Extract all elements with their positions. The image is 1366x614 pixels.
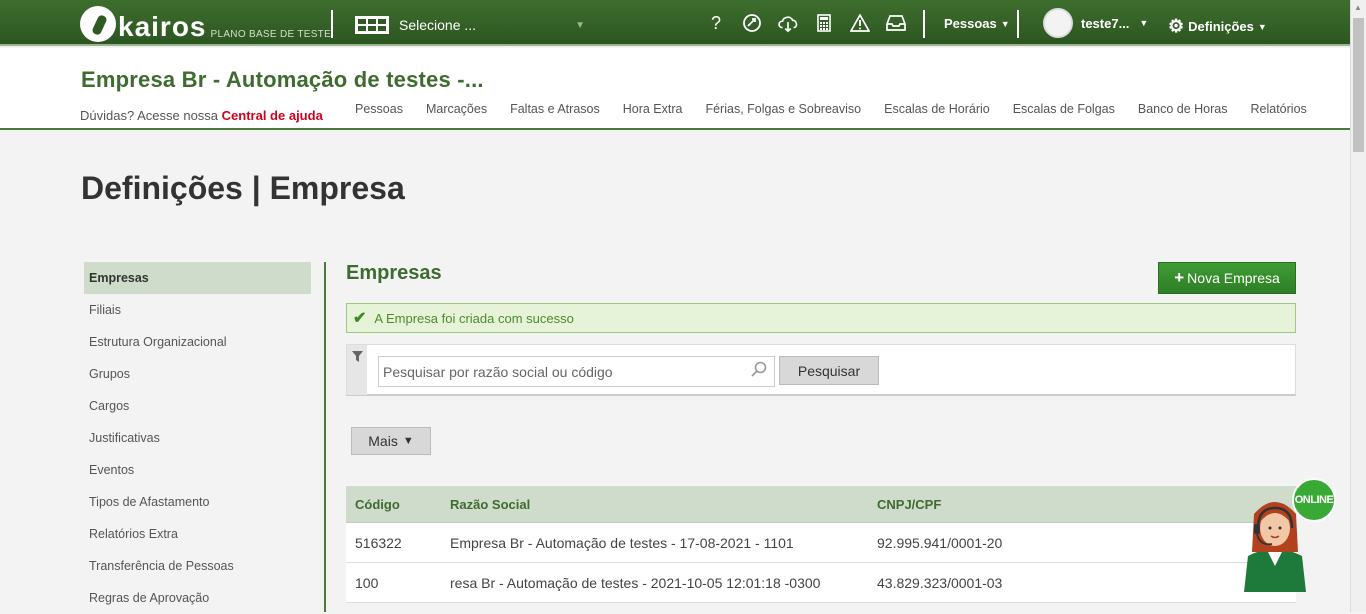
nav-item-escalas-de-horario[interactable]: Escalas de Horário [884,102,990,116]
success-alert: ✔ A Empresa foi criada com sucesso [346,303,1296,333]
search-input[interactable] [378,356,775,387]
toolbar-icons: ? [705,12,907,34]
nav-item-ferias-folgas-sobreaviso[interactable]: Férias, Folgas e Sobreaviso [705,102,861,116]
chevron-down-icon: ▼ [1257,21,1267,32]
sidebar-item-grupos[interactable]: Grupos [84,358,311,390]
gear-icon: ⚙ [1168,16,1185,36]
scrollbar-thumb[interactable] [1353,18,1364,152]
settings-menu[interactable]: ⚙ Definições ▼ [1168,16,1267,37]
companies-table: Código Razão Social CNPJ/CPF 516322 Empr… [346,486,1296,603]
company-select-value: Selecione ... [399,17,477,33]
user-menu[interactable]: teste7... ▼ [1043,8,1148,38]
nav-item-pessoas[interactable]: Pessoas [355,102,403,116]
company-select[interactable]: Selecione ... ▼ [355,14,585,36]
nav-item-faltas-e-atrasos[interactable]: Faltas e Atrasos [510,102,600,116]
sidebar-item-empresas[interactable]: Empresas [84,262,311,294]
cell-cnpj-cpf: 92.995.941/0001-20 [877,534,1003,551]
sidebar-item-justificativas[interactable]: Justificativas [84,422,311,454]
filter-icon [351,351,363,362]
divider [1017,10,1019,38]
table-row[interactable]: 100 resa Br - Automação de testes - 2021… [346,563,1296,603]
success-message: A Empresa foi criada com sucesso [374,310,574,326]
column-header-codigo[interactable]: Código [346,497,441,512]
settings-menu-label: Definições [1188,19,1254,34]
column-header-razao-social[interactable]: Razão Social [441,497,867,512]
chevron-down-icon: ▼ [1000,18,1010,29]
plan-label: PLANO BASE DE TESTE [210,29,332,40]
new-company-button[interactable]: + Nova Empresa [1158,262,1296,294]
more-actions-label: Mais [368,433,398,449]
sidebar-item-estrutura-organizacional[interactable]: Estrutura Organizacional [84,326,311,358]
cell-cnpj-cpf: 43.829.323/0001-03 [877,574,1003,591]
cell-codigo: 516322 [355,534,402,551]
calculator-icon[interactable] [813,12,835,34]
table-header: Código Razão Social CNPJ/CPF [346,486,1296,523]
cell-codigo: 100 [355,574,379,591]
nav-item-banco-de-horas[interactable]: Banco de Horas [1138,102,1228,116]
search-icon[interactable] [751,361,767,381]
page-scrollbar[interactable]: ▲ [1350,0,1366,612]
sidebar-item-cargos[interactable]: Cargos [84,390,311,422]
chevron-down-icon: ▼ [575,19,585,31]
divider [923,10,925,38]
sidebar-item-relatorios-extra[interactable]: Relatórios Extra [84,518,311,550]
sidebar-item-transferencia-de-pessoas[interactable]: Transferência de Pessoas [84,550,311,582]
sidebar-divider [324,262,326,612]
kairos-logo[interactable]: kairos PLANO BASE DE TESTE [80,4,331,42]
sidebar-item-filiais[interactable]: Filiais [84,294,311,326]
pessoas-menu[interactable]: Pessoas ▼ [944,16,1010,31]
nav-item-relatorios[interactable]: Relatórios [1251,102,1307,116]
help-text: Dúvidas? Acesse nossa Central de ajuda [80,108,323,123]
scroll-up-arrow-icon[interactable]: ▲ [1354,3,1362,12]
sidebar-item-eventos[interactable]: Eventos [84,454,311,486]
pessoas-menu-label: Pessoas [944,16,997,31]
sidebar-item-regras-de-aprovacao[interactable]: Regras de Aprovação [84,582,311,614]
online-status-badge[interactable]: ONLINE [1292,478,1336,522]
chevron-down-icon: ▼ [1139,18,1149,28]
logo-text: kairos [118,11,207,42]
help-icon[interactable]: ? [705,12,727,34]
main-nav: Pessoas Marcações Faltas e Atrasos Hora … [355,102,1307,116]
nav-item-marcacoes[interactable]: Marcações [426,102,487,116]
search-button[interactable]: Pesquisar [779,356,879,385]
divider [331,10,333,38]
logo-mark-icon [80,6,116,42]
warning-icon[interactable] [849,12,871,34]
section-title: Empresas [346,262,442,284]
filter-toggle[interactable] [347,345,367,395]
company-name: Empresa Br - Automação de testes -... [81,67,484,92]
cell-razao-social: Empresa Br - Automação de testes - 17-08… [450,534,794,551]
avatar [1043,8,1073,38]
top-navigation-bar: kairos PLANO BASE DE TESTE Selecione ...… [0,0,1350,46]
user-name: teste7... [1081,15,1130,31]
settings-sidebar: Empresas Filiais Estrutura Organizaciona… [84,262,311,614]
tutorial-icon[interactable] [741,12,763,34]
company-grid-icon [355,16,389,34]
table-row[interactable]: 516322 Empresa Br - Automação de testes … [346,523,1296,563]
more-actions-button[interactable]: Mais ▼ [351,427,431,455]
company-header: Empresa Br - Automação de testes -... Dú… [0,48,1350,130]
inbox-icon[interactable] [885,12,907,34]
check-icon: ✔ [353,310,367,327]
plus-icon: + [1174,268,1185,287]
page-title: Definições | Empresa [81,170,405,206]
search-panel: Pesquisar [346,344,1296,396]
triangle-down-icon: ▼ [402,435,414,447]
column-header-cnpj-cpf[interactable]: CNPJ/CPF [867,497,941,512]
sidebar-item-tipos-de-afastamento[interactable]: Tipos de Afastamento [84,486,311,518]
new-company-label: Nova Empresa [1187,270,1280,286]
help-prompt: Dúvidas? Acesse nossa [80,108,219,123]
cell-razao-social: resa Br - Automação de testes - 2021-10-… [450,574,821,591]
nav-item-hora-extra[interactable]: Hora Extra [623,102,683,116]
cloud-download-icon[interactable] [777,12,799,34]
nav-item-escalas-de-folgas[interactable]: Escalas de Folgas [1013,102,1115,116]
help-center-link[interactable]: Central de ajuda [222,108,323,123]
